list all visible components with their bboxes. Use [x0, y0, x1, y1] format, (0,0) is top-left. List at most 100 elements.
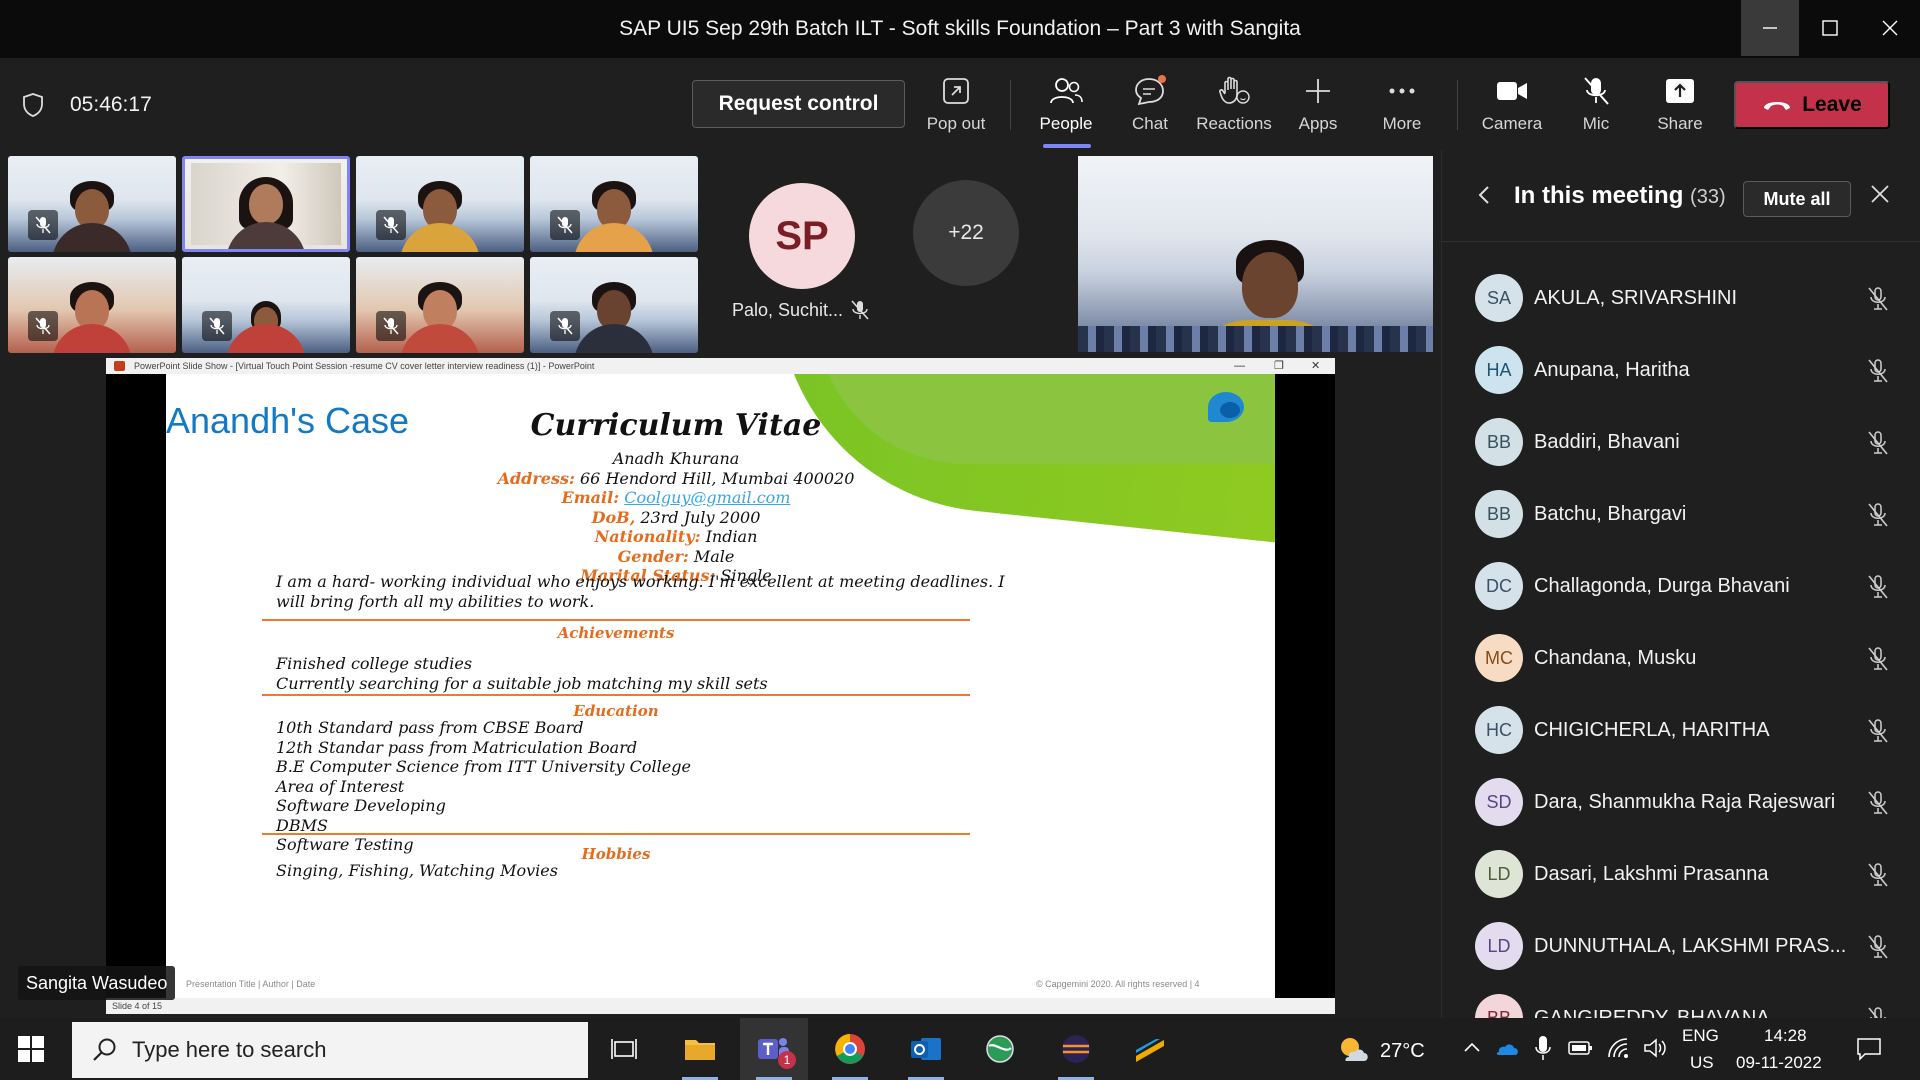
microphone-tray-icon[interactable]: [1534, 1034, 1552, 1062]
teams-button[interactable]: 1: [740, 1018, 808, 1080]
muted-mic-icon: [376, 210, 406, 240]
clock-time[interactable]: 14:28: [1764, 1026, 1807, 1046]
windows-start-icon[interactable]: [18, 1036, 44, 1062]
achievement-item: Finished college studies: [276, 654, 473, 673]
leave-button[interactable]: Leave: [1734, 81, 1890, 129]
nationality-value: Indian: [700, 527, 758, 546]
pop-out-button[interactable]: Pop out: [914, 72, 998, 142]
participant-row[interactable]: HA Anupana, Haritha: [1442, 334, 1920, 406]
more-button[interactable]: More: [1360, 72, 1444, 142]
participants-panel: In this meeting (33) Mute all SA AKULA, S…: [1441, 150, 1920, 1018]
participant-video[interactable]: [356, 257, 524, 353]
participant-row[interactable]: BB Baddiri, Bhavani: [1442, 406, 1920, 478]
volume-icon[interactable]: [1642, 1036, 1668, 1060]
participant-row[interactable]: SA AKULA, SRIVARSHINI: [1442, 262, 1920, 334]
participant-row[interactable]: LD DUNNUTHALA, LAKSHMI PRAS...: [1442, 910, 1920, 982]
mic-off-icon[interactable]: [1865, 790, 1891, 821]
participant-name: Baddiri, Bhavani: [1534, 431, 1680, 453]
battery-icon[interactable]: [1568, 1038, 1594, 1058]
input-language[interactable]: ENG: [1682, 1026, 1719, 1046]
apps-button[interactable]: Apps: [1276, 72, 1360, 142]
chat-button[interactable]: Chat: [1108, 72, 1192, 142]
mic-off-icon[interactable]: [1865, 286, 1891, 317]
mic-off-icon[interactable]: [1865, 502, 1891, 533]
mic-off-icon[interactable]: [1865, 934, 1891, 965]
close-icon[interactable]: [1870, 184, 1890, 204]
active-tab-indicator: [1043, 144, 1091, 148]
participant-video[interactable]: [182, 257, 350, 353]
slide-indicator: Slide 4 of 15: [112, 1001, 163, 1011]
education-item: Area of Interest: [276, 776, 405, 796]
mic-off-icon[interactable]: [1865, 646, 1891, 677]
maximize-button[interactable]: [1801, 0, 1859, 56]
mute-all-button[interactable]: Mute all: [1743, 181, 1851, 217]
chrome-button[interactable]: [816, 1018, 884, 1080]
participant-row[interactable]: HC CHIGICHERLA, HARITHA: [1442, 694, 1920, 766]
close-window-button[interactable]: [1861, 0, 1919, 56]
participant-avatar: MC: [1475, 634, 1523, 682]
taskbar-search[interactable]: Type here to search: [72, 1022, 588, 1078]
participant-video[interactable]: [530, 257, 698, 353]
participant-name: CHIGICHERLA, HARITHA: [1534, 719, 1770, 741]
email-link[interactable]: Coolguy@gmail.com: [624, 488, 790, 507]
participant-avatar[interactable]: SP: [749, 183, 855, 289]
minimize-button[interactable]: [1741, 0, 1799, 56]
participant-video-large[interactable]: [1078, 156, 1433, 352]
address-label: Address:: [497, 468, 575, 488]
panel-title-text: In this meeting: [1514, 182, 1684, 209]
pop-out-icon: [943, 78, 969, 104]
weather-icon[interactable]: [1336, 1034, 1370, 1064]
app-button[interactable]: [1116, 1018, 1184, 1080]
onedrive-icon[interactable]: [1494, 1036, 1520, 1060]
participant-row[interactable]: LD Dasari, Lakshmi Prasanna: [1442, 838, 1920, 910]
achievements-heading: Achievements: [557, 624, 675, 642]
participant-row[interactable]: DC Challagonda, Durga Bhavani: [1442, 550, 1920, 622]
participant-row[interactable]: SD Dara, Shanmukha Raja Rajeswari: [1442, 766, 1920, 838]
mic-off-icon[interactable]: [1865, 430, 1891, 461]
reactions-button[interactable]: Reactions: [1192, 72, 1276, 142]
mic-off-icon[interactable]: [1865, 358, 1891, 389]
more-participants-button[interactable]: +22: [913, 180, 1019, 286]
mic-off-icon[interactable]: [1865, 718, 1891, 749]
participant-video[interactable]: [356, 156, 524, 252]
file-explorer-button[interactable]: [666, 1018, 734, 1080]
eclipse-button[interactable]: [1042, 1018, 1110, 1080]
active-speaker-video[interactable]: [182, 156, 350, 252]
share-button[interactable]: Share: [1638, 72, 1722, 142]
mic-off-icon[interactable]: [1865, 574, 1891, 605]
participant-row[interactable]: BB Batchu, Bhargavi: [1442, 478, 1920, 550]
chevron-left-icon[interactable]: [1476, 184, 1492, 206]
cv-name: Anadh Khurana: [612, 449, 740, 468]
ppt-window-title: PowerPoint Slide Show - [Virtual Touch P…: [134, 361, 595, 371]
mic-off-icon[interactable]: [1865, 862, 1891, 893]
participant-video[interactable]: [8, 257, 176, 353]
clock-date: 09-11-2022: [1736, 1053, 1822, 1072]
chrome-icon: [835, 1034, 865, 1064]
people-button[interactable]: People: [1024, 72, 1108, 142]
muted-mic-icon: [28, 311, 58, 341]
task-view-button[interactable]: [590, 1018, 658, 1080]
notifications-icon[interactable]: [1856, 1036, 1882, 1062]
globe-app-icon: [986, 1035, 1014, 1063]
toolbar-divider: [1010, 80, 1011, 130]
ppt-status-bar: Slide 4 of 15: [106, 998, 1335, 1014]
camera-button[interactable]: Camera: [1470, 72, 1554, 142]
participant-row[interactable]: BB GANGIREDDY, BHAVANA: [1442, 982, 1920, 1018]
chevron-up-icon[interactable]: [1463, 1040, 1481, 1054]
outlook-button[interactable]: [892, 1018, 960, 1080]
request-control-button[interactable]: Request control: [692, 80, 905, 128]
participant-name: Dara, Shanmukha Raja Rajeswari: [1534, 791, 1836, 813]
education-item: 10th Standard pass from CBSE Board: [276, 718, 584, 737]
participant-name: Challagonda, Durga Bhavani: [1534, 575, 1790, 597]
mic-button[interactable]: Mic: [1554, 72, 1638, 142]
cv-contact-block: Anadh Khurana Address: 66 Hendord Hill, …: [446, 449, 906, 586]
ppt-title-bar: PowerPoint Slide Show - [Virtual Touch P…: [106, 358, 1335, 374]
wifi-icon[interactable]: [1606, 1036, 1632, 1060]
participant-row[interactable]: MC Chandana, Musku: [1442, 622, 1920, 694]
participant-video[interactable]: [530, 156, 698, 252]
share-screen-icon: [1666, 79, 1694, 103]
participant-video[interactable]: [8, 156, 176, 252]
mic-off-icon[interactable]: [1865, 1006, 1891, 1018]
section-divider: [262, 694, 970, 696]
app-button[interactable]: [966, 1018, 1034, 1080]
